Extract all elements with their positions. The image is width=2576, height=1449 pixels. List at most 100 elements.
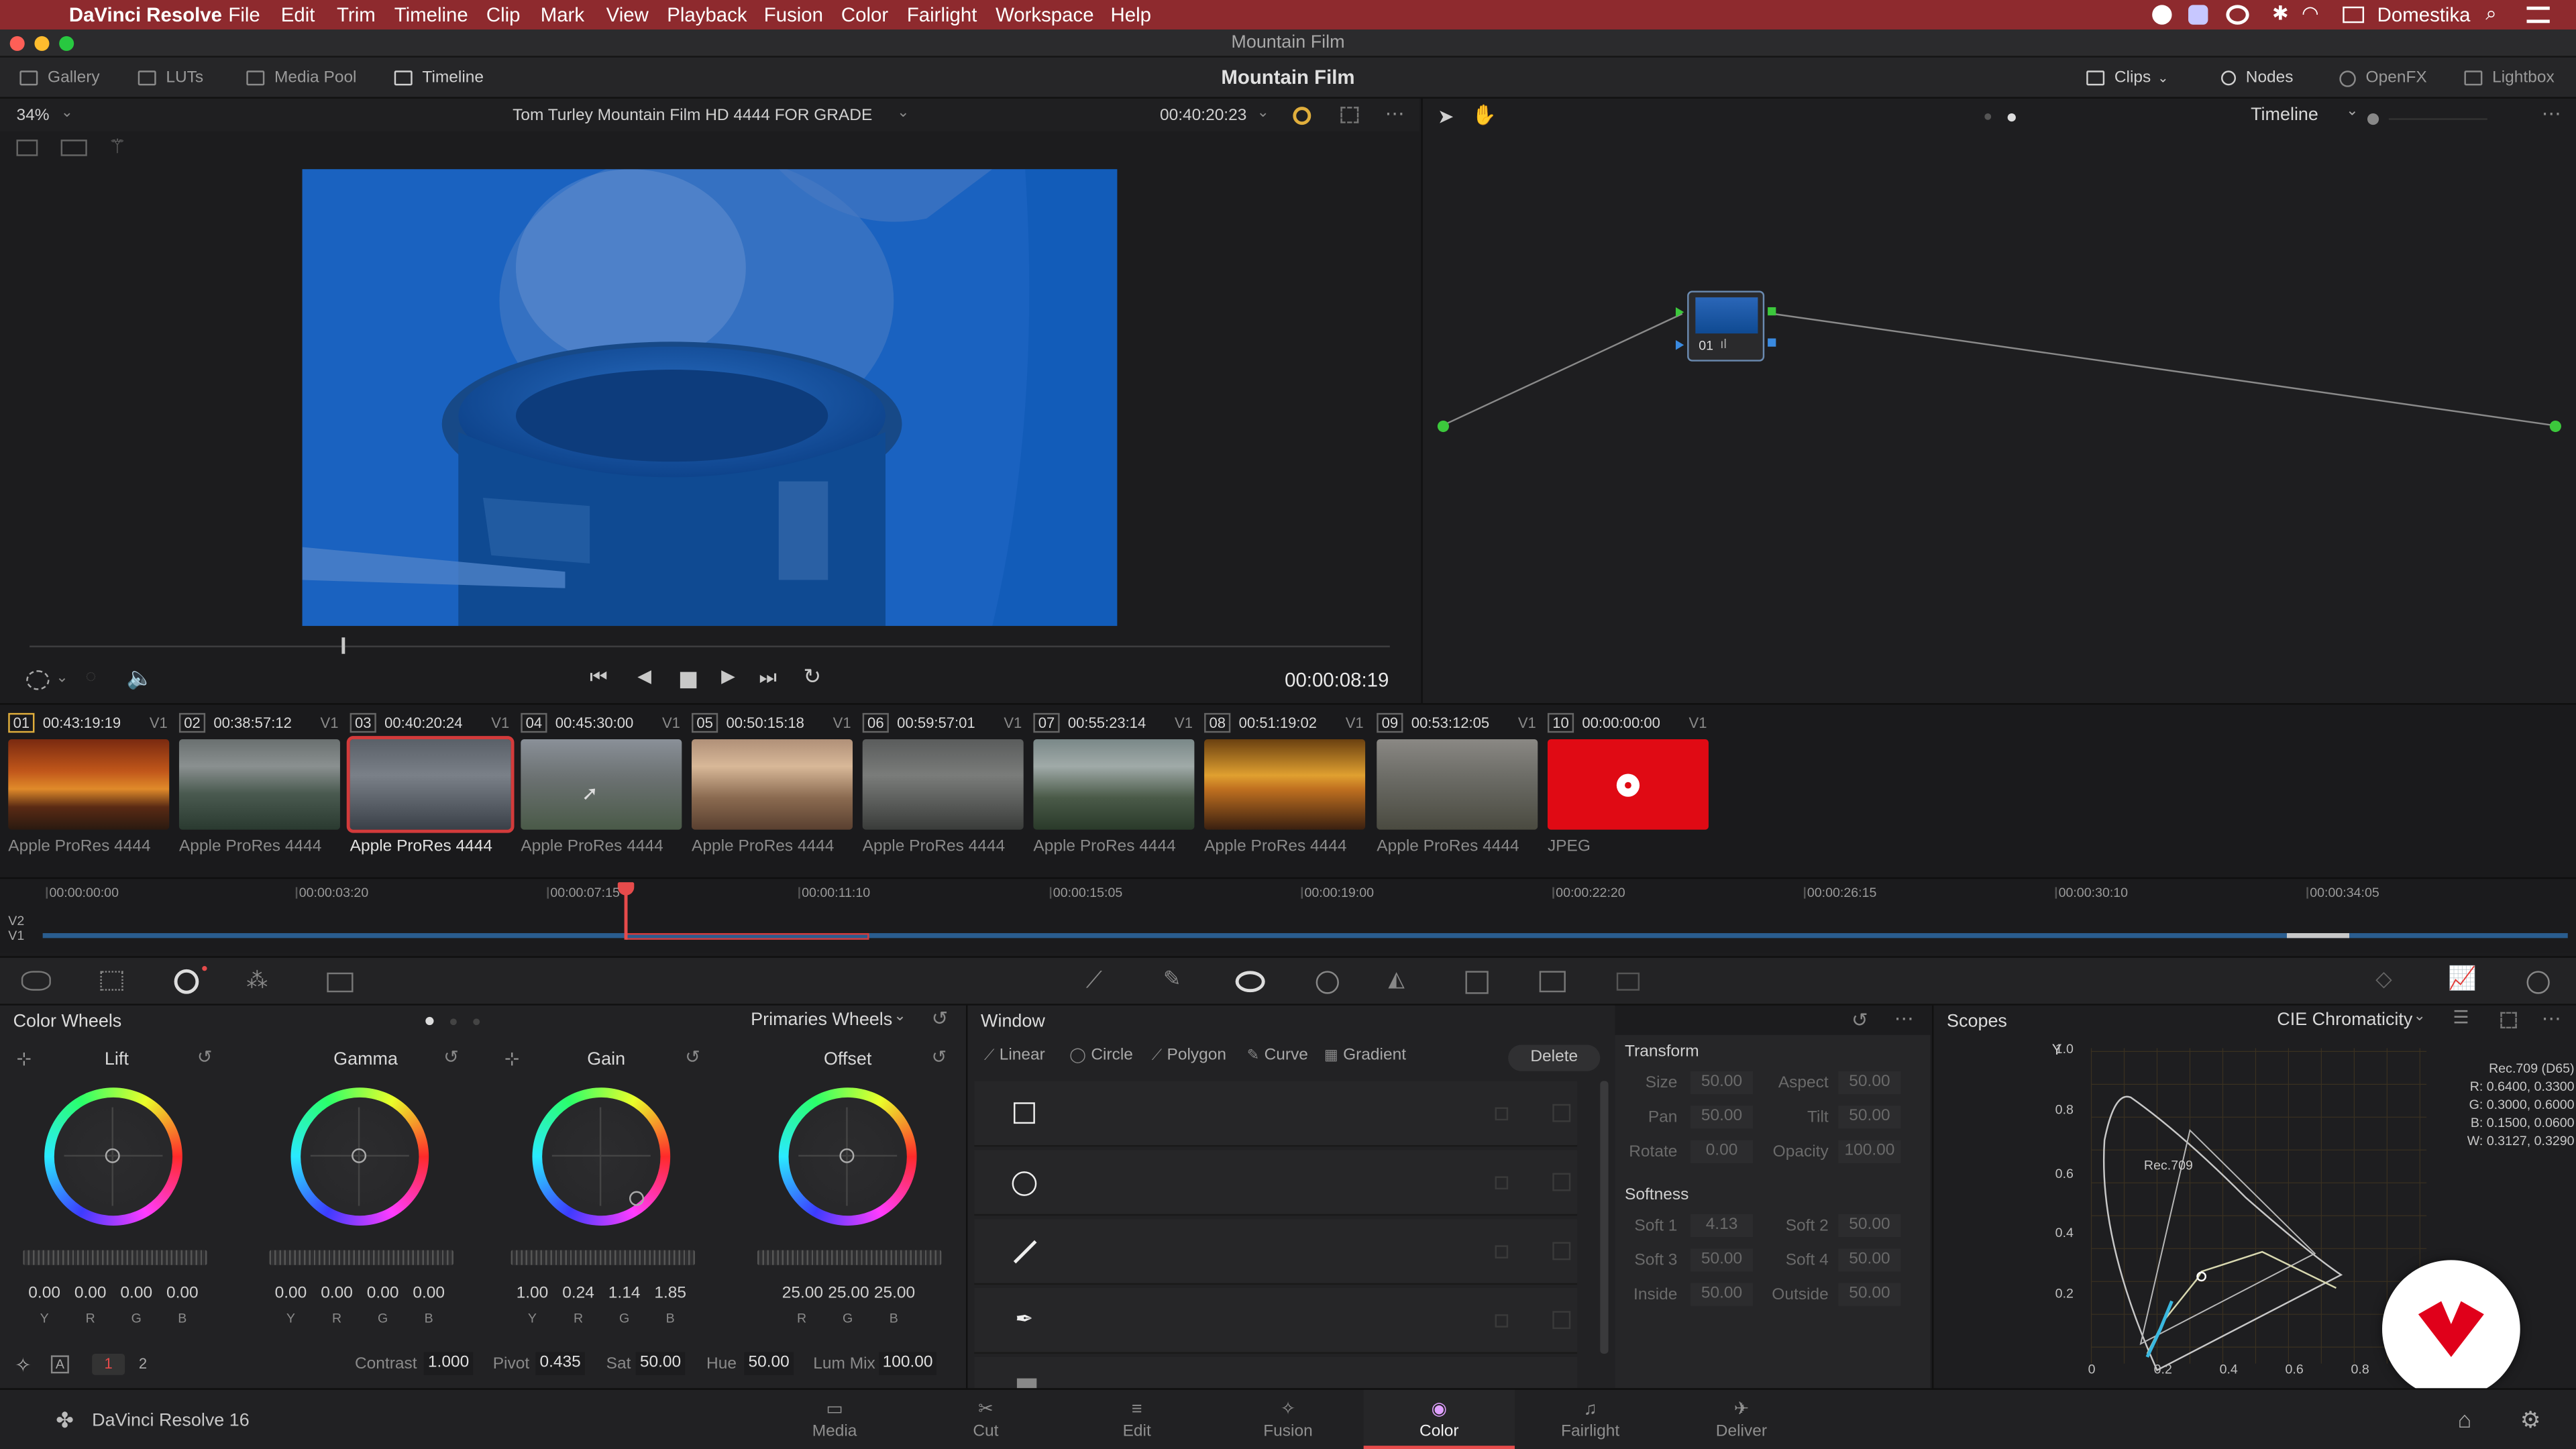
- transform-field[interactable]: 50.00: [1838, 1106, 1901, 1129]
- clip-header[interactable]: 10 00:00:00:00 V1: [1547, 711, 1707, 733]
- transform-field[interactable]: 50.00: [1690, 1071, 1754, 1095]
- bluetooth-icon[interactable]: ✱: [2272, 1, 2289, 24]
- loop-selection-icon[interactable]: [26, 670, 50, 690]
- wheel-offset[interactable]: [778, 1087, 917, 1226]
- transform-field[interactable]: 100.00: [1838, 1140, 1901, 1163]
- clip-thumbnail[interactable]: [346, 736, 515, 833]
- wheel-master-slider[interactable]: [269, 1250, 453, 1265]
- clip-header[interactable]: 01 00:43:19:19 V1: [8, 711, 168, 733]
- auto-balance-icon[interactable]: ✧: [15, 1354, 32, 1377]
- tracker-icon[interactable]: [1316, 971, 1339, 994]
- auto-icon[interactable]: A: [50, 1355, 69, 1374]
- window-invert-toggle[interactable]: [1495, 1176, 1509, 1190]
- window-enable-checkbox[interactable]: [1552, 1311, 1571, 1330]
- creative-cloud-icon[interactable]: [2226, 5, 2249, 25]
- clip-thumbnail[interactable]: [8, 739, 170, 830]
- wheel-value[interactable]: 0.24: [559, 1285, 598, 1303]
- qualifier-icon[interactable]: ✎: [1163, 966, 1181, 992]
- clip-header[interactable]: 04 00:45:30:00 V1: [521, 711, 680, 733]
- camera-raw-icon[interactable]: [21, 971, 51, 991]
- project-settings-icon[interactable]: ⚙: [2520, 1406, 2541, 1434]
- wheels-mode-select[interactable]: Primaries Wheels: [751, 1010, 892, 1030]
- transform-field[interactable]: 50.00: [1838, 1283, 1901, 1306]
- wheel-value[interactable]: 1.14: [604, 1285, 644, 1303]
- menu-view[interactable]: View: [606, 3, 649, 26]
- wheel-lift[interactable]: [44, 1087, 182, 1226]
- app-menu[interactable]: DaVinci Resolve: [69, 3, 222, 26]
- wheel-value[interactable]: 0.00: [317, 1285, 357, 1303]
- single-viewer-icon[interactable]: [16, 140, 38, 156]
- play-icon[interactable]: ▶: [721, 665, 735, 686]
- gain-picker-icon[interactable]: ⊹: [504, 1048, 520, 1069]
- window-enable-checkbox[interactable]: [1552, 1242, 1571, 1260]
- page-cut-button[interactable]: ✂ Cut: [910, 1390, 1061, 1449]
- current-clip-segment[interactable]: [626, 933, 869, 940]
- wheel-gamma[interactable]: [290, 1087, 429, 1226]
- highlight-icon[interactable]: ◌: [85, 667, 96, 686]
- wheel-reset-icon[interactable]: ↺: [443, 1046, 459, 1067]
- keyframes-icon[interactable]: ◇: [2375, 966, 2392, 992]
- window-row-gradient[interactable]: [974, 1356, 1578, 1389]
- window-row-square[interactable]: [974, 1081, 1578, 1147]
- transform-field[interactable]: 50.00: [1838, 1248, 1901, 1272]
- page-media-button[interactable]: ▭ Media: [759, 1390, 910, 1449]
- window-tool-gradient[interactable]: ▦ Gradient: [1324, 1046, 1406, 1065]
- bypass-grade-icon[interactable]: [1293, 107, 1311, 125]
- window-row-curve[interactable]: ✒: [974, 1288, 1578, 1354]
- transform-field[interactable]: 50.00: [1690, 1248, 1754, 1272]
- scopes-icon[interactable]: 📈: [2448, 965, 2477, 993]
- audio-volume-icon[interactable]: 🔈: [127, 665, 154, 692]
- timecode-chevron-icon[interactable]: ⌄: [1256, 103, 1269, 121]
- viewer-frame[interactable]: [302, 169, 1118, 627]
- window-row-linear[interactable]: [974, 1219, 1578, 1285]
- stop-icon[interactable]: [680, 672, 697, 689]
- node-editor[interactable]: ➤ ✋ Timeline ⌄ ⋯ 01 ıl: [1421, 98, 2576, 704]
- zoom-chevron-icon[interactable]: ⌄: [61, 103, 73, 121]
- key-icon[interactable]: [1465, 971, 1489, 994]
- scope-type-select[interactable]: CIE Chromaticity: [2277, 1010, 2412, 1030]
- page-deliver-button[interactable]: ✈ Deliver: [1666, 1390, 1817, 1449]
- transform-field[interactable]: 4.13: [1690, 1214, 1754, 1238]
- page-2-button[interactable]: 2: [128, 1354, 158, 1375]
- wheels-page-dot-active[interactable]: [425, 1016, 434, 1026]
- openfx-button[interactable]: OpenFX: [2339, 58, 2427, 99]
- clip-header[interactable]: 07 00:55:23:14 V1: [1033, 711, 1193, 733]
- clip-header[interactable]: 06 00:59:57:01 V1: [862, 711, 1022, 733]
- delete-window-button[interactable]: Delete: [1508, 1044, 1601, 1071]
- menu-clip[interactable]: Clip: [486, 3, 521, 26]
- wheel-value[interactable]: 25.00: [828, 1285, 869, 1303]
- wheel-master-slider[interactable]: [757, 1250, 942, 1265]
- magic-wand-icon[interactable]: ⚚: [109, 135, 126, 158]
- menu-timeline[interactable]: Timeline: [394, 3, 468, 26]
- lum-mix-field[interactable]: 100.00: [879, 1352, 936, 1375]
- rgb-mixer-icon[interactable]: ⁂: [246, 967, 268, 994]
- window-palette-icon[interactable]: [1235, 971, 1265, 993]
- color-wheels-icon[interactable]: [174, 969, 199, 994]
- node-input-icon[interactable]: [1675, 307, 1684, 317]
- clip-header[interactable]: 03 00:40:20:24 V1: [350, 711, 509, 733]
- window-reset-all-icon[interactable]: ↺: [1851, 1009, 1868, 1032]
- timeline-playhead[interactable]: [624, 890, 628, 940]
- wheel-value[interactable]: 0.00: [117, 1285, 156, 1303]
- sat-field[interactable]: 50.00: [635, 1352, 686, 1375]
- menu-playback[interactable]: Playback: [667, 3, 747, 26]
- curves-icon[interactable]: ⟋: [1086, 966, 1102, 994]
- menu-color[interactable]: Color: [841, 3, 888, 26]
- motion-effects-icon[interactable]: [327, 972, 354, 993]
- wheel-puck[interactable]: [629, 1191, 645, 1206]
- transform-field[interactable]: 50.00: [1690, 1106, 1754, 1129]
- nodes-button[interactable]: Nodes: [2221, 58, 2294, 99]
- wheel-value[interactable]: 0.00: [162, 1285, 202, 1303]
- menu-fusion[interactable]: Fusion: [764, 3, 823, 26]
- blur-icon[interactable]: ◭: [1388, 966, 1404, 992]
- sizing-icon[interactable]: [1539, 971, 1566, 993]
- menu-fairlight[interactable]: Fairlight: [907, 3, 977, 26]
- window-options-icon[interactable]: ⋯: [1894, 1007, 1914, 1030]
- wheels-mode-chevron-icon[interactable]: ⌄: [894, 1007, 906, 1025]
- control-center-icon[interactable]: [2526, 6, 2550, 23]
- wheel-value[interactable]: 25.00: [874, 1285, 915, 1303]
- loop-icon[interactable]: ↻: [804, 663, 822, 690]
- clip-thumbnail[interactable]: [1033, 739, 1195, 830]
- node-key-input-icon[interactable]: [1675, 339, 1684, 350]
- menu-edit[interactable]: Edit: [281, 3, 315, 26]
